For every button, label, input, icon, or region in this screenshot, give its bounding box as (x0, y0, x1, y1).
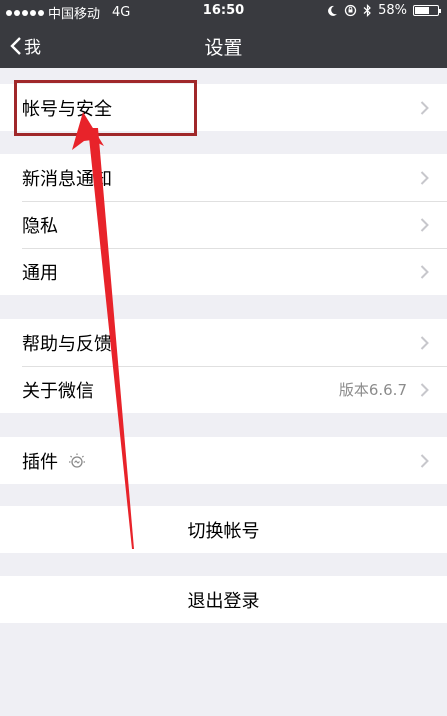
annotation-arrow-icon (72, 112, 134, 549)
